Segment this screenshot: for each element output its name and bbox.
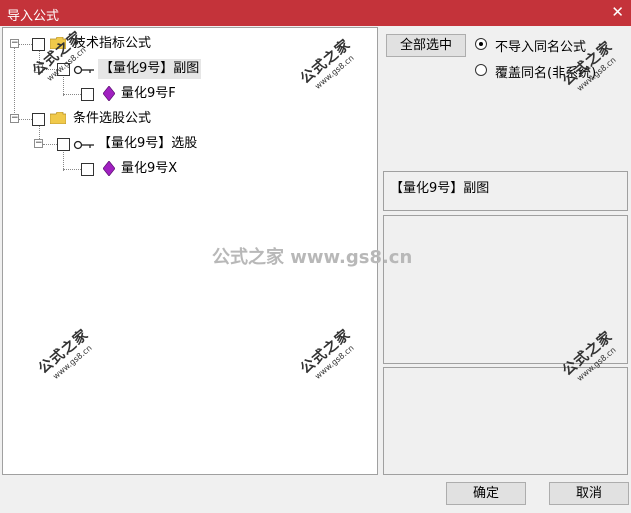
formula-name-text: 【量化9号】副图	[390, 181, 490, 196]
collapse-toggle[interactable]: −	[10, 114, 19, 123]
tree-node-label[interactable]: 【量化9号】选股	[98, 134, 197, 154]
tree-line	[63, 169, 81, 170]
tree-line	[63, 149, 64, 171]
key-icon	[73, 140, 94, 150]
folder-icon	[50, 112, 66, 124]
radio-no-import-same[interactable]	[475, 38, 487, 50]
formula-details-panel	[383, 367, 628, 475]
tree-line	[19, 44, 32, 45]
tree-line	[14, 46, 15, 121]
tree-node-label[interactable]: 量化9号X	[121, 159, 177, 179]
tree-checkbox[interactable]	[32, 113, 45, 126]
watermark-text: 公式之家 www.gs8.cn	[212, 247, 413, 268]
close-icon[interactable]: ✕	[611, 3, 624, 21]
gem-icon	[103, 161, 115, 176]
tree-node-label-selected[interactable]: 【量化9号】副图	[98, 59, 202, 79]
collapse-toggle[interactable]: −	[34, 139, 43, 148]
formula-name-panel: 【量化9号】副图	[383, 171, 628, 211]
tree-checkbox[interactable]	[32, 38, 45, 51]
collapse-toggle[interactable]: −	[10, 39, 19, 48]
tree-line	[63, 74, 64, 96]
tree-checkbox[interactable]	[57, 138, 70, 151]
tree-node-label[interactable]: 条件选股公式	[73, 109, 151, 129]
tree-line	[43, 144, 57, 145]
title-bar: 导入公式 ✕	[0, 0, 631, 26]
radio-overwrite-same[interactable]	[475, 64, 487, 76]
window-title: 导入公式	[7, 9, 60, 24]
tree-node-label[interactable]: 量化9号F	[121, 84, 176, 104]
select-all-button[interactable]: 全部选中	[386, 34, 466, 57]
tree-line	[19, 119, 32, 120]
ok-button[interactable]: 确定	[446, 482, 526, 505]
tree-checkbox[interactable]	[81, 163, 94, 176]
gem-icon	[103, 86, 115, 101]
cancel-button[interactable]: 取消	[549, 482, 629, 505]
radio-label[interactable]: 不导入同名公式	[495, 36, 586, 55]
tree-line	[63, 94, 81, 95]
tree-checkbox[interactable]	[81, 88, 94, 101]
key-icon	[73, 65, 94, 75]
